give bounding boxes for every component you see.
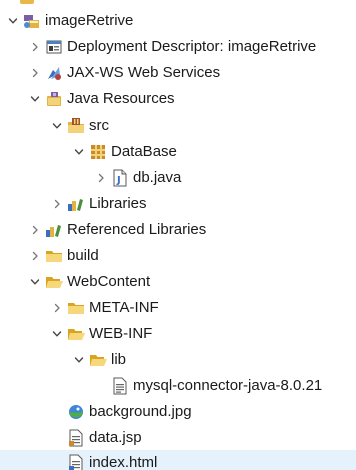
chevron-right-icon[interactable]: [28, 243, 42, 269]
image-file-icon: [67, 403, 85, 421]
chevron-down-icon[interactable]: [28, 86, 42, 112]
tree-item-label: WebContent: [67, 273, 151, 290]
arrow-placeholder: [50, 399, 64, 425]
tree-item-java-resources[interactable]: Java Resources: [0, 86, 356, 112]
tree-item-label: src: [89, 117, 109, 134]
tree-item-label: db.java: [133, 169, 182, 186]
tree-item-libraries[interactable]: Libraries: [0, 191, 356, 217]
source-folder-icon: [67, 117, 85, 135]
tree-item-jax-ws-web-services[interactable]: JAX-WS Web Services: [0, 60, 356, 86]
project-icon: [23, 12, 41, 30]
project-explorer-tree: imageRetrive Deployment Descriptor: image…: [0, 0, 356, 470]
tree-item-label: WEB-INF: [89, 325, 153, 342]
tree-item-label: data.jsp: [89, 429, 142, 446]
tree-item-label: background.jpg: [89, 403, 192, 420]
chevron-down-icon[interactable]: [72, 139, 86, 165]
chevron-right-icon[interactable]: [28, 34, 42, 60]
package-icon: [89, 143, 107, 161]
java-resources-icon: [45, 90, 63, 108]
tree-item-project-imageRetrive[interactable]: imageRetrive: [0, 8, 356, 34]
web-services-icon: [45, 64, 63, 82]
tree-item-label: Java Resources: [67, 90, 175, 107]
chevron-right-icon[interactable]: [94, 165, 108, 191]
tree-item-file-background-jpg[interactable]: background.jpg: [0, 399, 356, 425]
arrow-placeholder: [94, 373, 108, 399]
html-file-icon: [67, 454, 85, 470]
tree-item-folder-META-INF[interactable]: META-INF: [0, 295, 356, 321]
tree-item-label: JAX-WS Web Services: [67, 64, 221, 81]
tree-item-src-folder[interactable]: src: [0, 113, 356, 139]
tree-item-file-data-jsp[interactable]: data.jsp: [0, 425, 356, 451]
folder-open-icon: [89, 351, 107, 369]
chevron-down-icon[interactable]: [28, 269, 42, 295]
folder-icon: [45, 247, 63, 265]
jsp-file-icon: [67, 429, 85, 447]
tree-item-folder-build[interactable]: build: [0, 243, 356, 269]
chevron-right-icon[interactable]: [50, 295, 64, 321]
arrow-placeholder: [50, 425, 64, 451]
tree-item-label: build: [67, 247, 99, 264]
chevron-right-icon[interactable]: [50, 191, 64, 217]
arrow-placeholder: [50, 450, 64, 470]
tree-item-label: imageRetrive: [45, 12, 134, 29]
tree-item-label: lib: [111, 351, 127, 368]
tree-item-file-mysql-connector[interactable]: mysql-connector-java-8.0.21: [0, 373, 356, 399]
tree-item-label: mysql-connector-java-8.0.21: [133, 377, 323, 394]
tree-item-file-index-html[interactable]: index.html: [0, 450, 356, 470]
libraries-icon: [45, 221, 63, 239]
tree-item-file-db-java[interactable]: Jdb.java: [0, 165, 356, 191]
tree-item-deployment-descriptor[interactable]: Deployment Descriptor: imageRetrive: [0, 34, 356, 60]
tree-item-referenced-libraries[interactable]: Referenced Libraries: [0, 217, 356, 243]
tree-item-package-DataBase[interactable]: DataBase: [0, 139, 356, 165]
deployment-descriptor-icon: [45, 38, 63, 56]
tree-item-label: Libraries: [89, 195, 147, 212]
chevron-right-icon[interactable]: [28, 60, 42, 86]
folder-icon: [67, 299, 85, 317]
chevron-down-icon[interactable]: [50, 113, 64, 139]
tree-item-folder-lib[interactable]: lib: [0, 347, 356, 373]
tree-item-folder-WebContent[interactable]: WebContent: [0, 269, 356, 295]
tree-item-label: index.html: [89, 454, 158, 470]
tree-item-label: DataBase: [111, 143, 177, 160]
tree-item-folder-WEB-INF[interactable]: WEB-INF: [0, 321, 356, 347]
svg-text:J: J: [116, 175, 121, 186]
tree-item-label: Deployment Descriptor: imageRetrive: [67, 38, 317, 55]
partial-folder-icon: [20, 0, 34, 4]
libraries-icon: [67, 195, 85, 213]
chevron-down-icon[interactable]: [72, 347, 86, 373]
jar-file-icon: [111, 377, 129, 395]
tree-item-label: META-INF: [89, 299, 159, 316]
chevron-right-icon[interactable]: [28, 217, 42, 243]
chevron-down-icon[interactable]: [6, 8, 20, 34]
java-file-icon: J: [111, 169, 129, 187]
chevron-down-icon[interactable]: [50, 321, 64, 347]
tree-item-label: Referenced Libraries: [67, 221, 207, 238]
folder-open-icon: [45, 273, 63, 291]
folder-open-icon: [67, 325, 85, 343]
